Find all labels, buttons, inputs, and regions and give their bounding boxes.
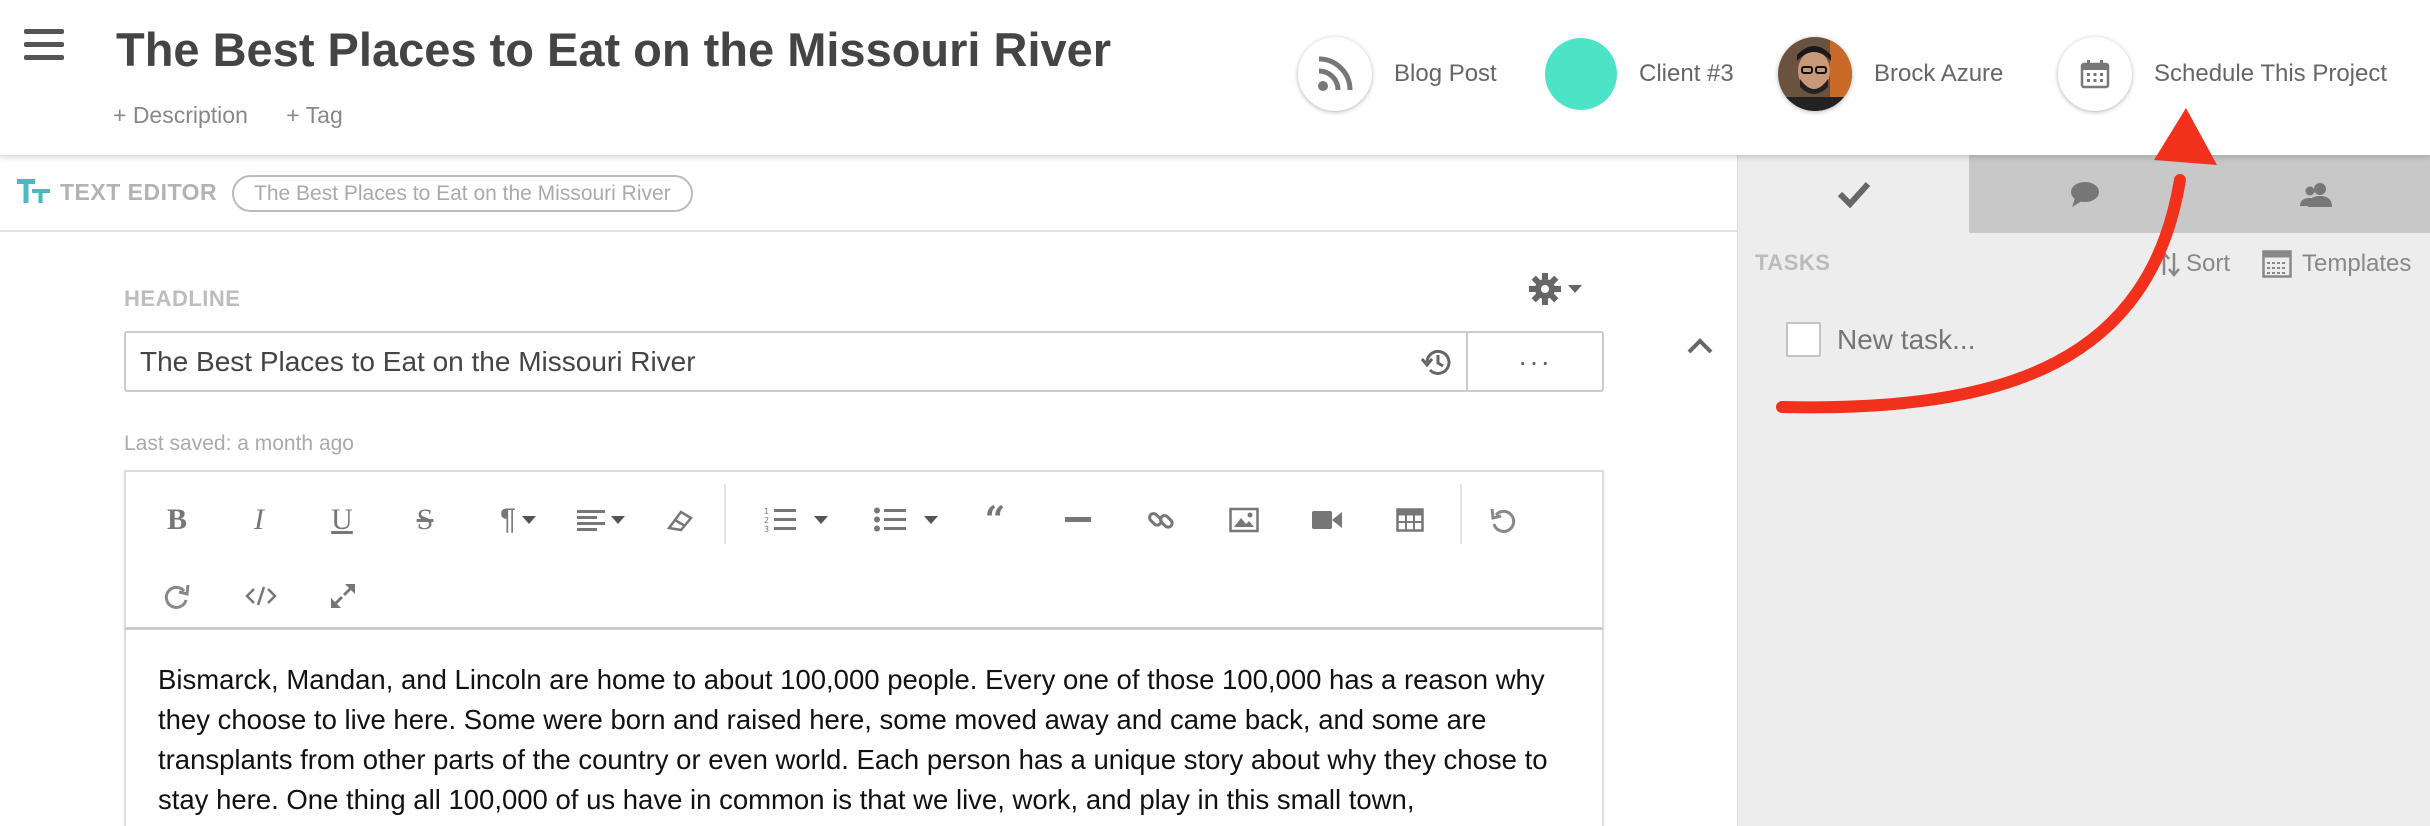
formatting-toolbar: B I U S ¶ 123 “ <box>124 470 1604 630</box>
image-icon[interactable] <box>1220 496 1268 544</box>
project-header: The Best Places to Eat on the Missouri R… <box>0 0 2430 155</box>
toolbar-divider <box>724 484 726 544</box>
chevron-down-icon <box>1568 285 1582 293</box>
chevron-down-icon <box>611 516 625 524</box>
bold-icon[interactable]: B <box>153 496 201 544</box>
add-tag-link[interactable]: + Tag <box>286 102 343 128</box>
table-icon[interactable] <box>1386 496 1434 544</box>
horizontal-rule-icon[interactable] <box>1054 496 1102 544</box>
page-title[interactable]: The Best Places to Eat on the Missouri R… <box>116 22 1111 77</box>
tab-comments[interactable] <box>1969 155 2200 233</box>
more-options-button[interactable]: ··· <box>1466 333 1602 390</box>
people-icon <box>2299 183 2332 207</box>
tasks-label: TASKS <box>1755 250 1831 275</box>
editor-section-label: TEXT EDITOR <box>60 179 218 205</box>
meta-links: + Description + Tag <box>113 102 375 129</box>
sort-label: Sort <box>2186 250 2231 277</box>
tab-tasks[interactable] <box>1738 155 1969 233</box>
new-task-input[interactable] <box>1837 323 2137 356</box>
headline-field: ··· <box>124 331 1604 392</box>
calendar-icon <box>2058 37 2132 111</box>
last-saved-status: Last saved: a month ago <box>124 432 354 455</box>
rss-icon <box>1298 37 1372 111</box>
templates-button[interactable]: Templates <box>2262 250 2411 278</box>
chevron-down-icon <box>924 516 938 524</box>
align-icon <box>577 510 605 531</box>
paragraph-icon: ¶ <box>499 503 517 536</box>
client-selector[interactable]: Client #3 <box>1545 37 1734 111</box>
unordered-list-dropdown[interactable] <box>861 496 951 544</box>
toolbar-divider <box>1460 484 1462 544</box>
italic-icon[interactable]: I <box>235 496 283 544</box>
client-color-dot <box>1545 38 1617 110</box>
ordered-list-icon: 123 <box>764 507 796 534</box>
align-dropdown[interactable] <box>566 496 636 544</box>
underline-icon[interactable]: U <box>318 496 366 544</box>
redo-icon[interactable] <box>153 572 201 620</box>
new-task-row <box>1786 322 2137 357</box>
panel-tabs <box>1738 155 2430 233</box>
type-blog-post[interactable]: Blog Post <box>1298 37 1497 111</box>
menu-icon[interactable] <box>24 29 64 61</box>
schedule-label: Schedule This Project <box>2154 60 2388 87</box>
type-label: Blog Post <box>1394 60 1497 87</box>
chevron-down-icon <box>814 516 828 524</box>
video-icon[interactable] <box>1303 496 1351 544</box>
client-label: Client #3 <box>1639 60 1734 87</box>
sort-button[interactable]: Sort <box>2158 250 2230 278</box>
history-icon[interactable] <box>1420 345 1454 384</box>
text-editor-icon <box>17 177 51 210</box>
schedule-project-button[interactable]: Schedule This Project <box>2058 37 2387 111</box>
blockquote-icon[interactable]: “ <box>971 496 1019 544</box>
document-title-pill[interactable]: The Best Places to Eat on the Missouri R… <box>232 175 693 212</box>
fullscreen-icon[interactable] <box>319 572 367 620</box>
paragraph-dropdown[interactable]: ¶ <box>483 496 553 544</box>
tasks-panel: TASKS Sort Templates <box>1737 155 2430 826</box>
unordered-list-icon <box>874 507 906 532</box>
collapse-chevron-icon[interactable] <box>1686 336 1714 361</box>
comment-icon <box>2070 182 2099 207</box>
svg-text:3: 3 <box>764 525 769 534</box>
tab-people[interactable] <box>2200 155 2430 233</box>
strikethrough-icon[interactable]: S <box>401 496 449 544</box>
gear-icon <box>1529 273 1561 305</box>
chevron-down-icon <box>522 516 537 524</box>
avatar <box>1778 37 1852 111</box>
editor-content[interactable]: Bismarck, Mandan, and Lincoln are home t… <box>124 630 1604 826</box>
assignee-name: Brock Azure <box>1874 60 2004 87</box>
new-task-checkbox[interactable] <box>1786 322 1821 357</box>
body-paragraph: Bismarck, Mandan, and Lincoln are home t… <box>158 664 1548 815</box>
link-icon[interactable] <box>1137 496 1185 544</box>
settings-dropdown[interactable] <box>1528 272 1582 306</box>
svg-text:1: 1 <box>764 507 769 516</box>
undo-icon[interactable] <box>1479 496 1527 544</box>
assignee-selector[interactable]: Brock Azure <box>1778 37 2003 111</box>
ordered-list-dropdown[interactable]: 123 <box>751 496 841 544</box>
check-icon <box>1837 181 1870 208</box>
eraser-icon[interactable] <box>656 496 704 544</box>
headline-label: HEADLINE <box>124 286 241 311</box>
templates-icon <box>2262 250 2292 278</box>
headline-input[interactable] <box>140 333 1370 390</box>
add-description-link[interactable]: + Description <box>113 102 248 128</box>
sort-icon <box>2158 251 2180 277</box>
svg-text:2: 2 <box>764 516 769 525</box>
code-view-icon[interactable] <box>237 572 285 620</box>
templates-label: Templates <box>2302 250 2412 277</box>
